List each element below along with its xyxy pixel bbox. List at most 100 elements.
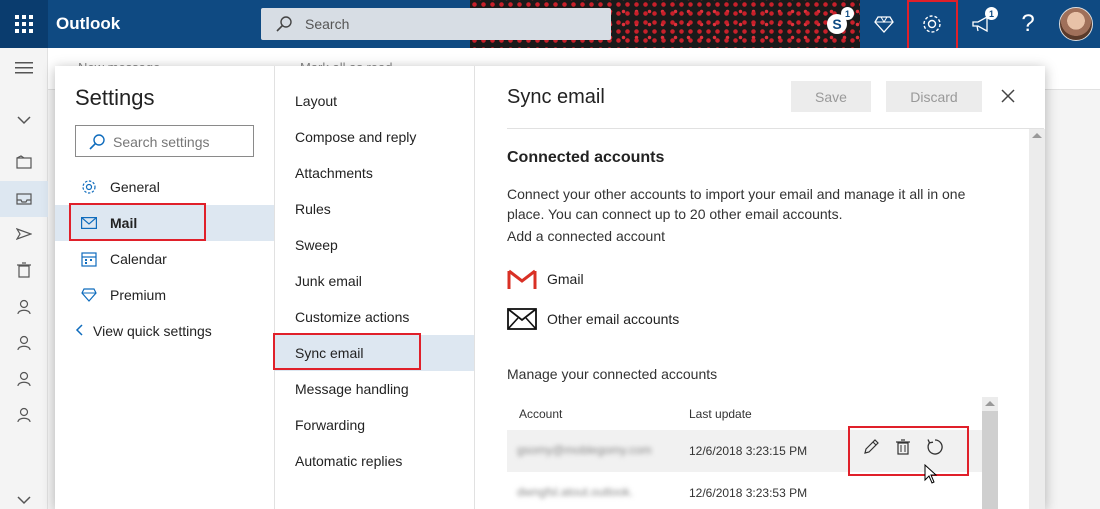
settings-categories: Settings Search settings General Mail Ca… xyxy=(55,66,275,509)
table-row[interactable]: dwngfsl.atout.outlook. 12/6/2018 3:23:53… xyxy=(507,472,982,509)
category-label: Calendar xyxy=(110,251,167,267)
sent-item[interactable] xyxy=(0,216,48,252)
top-bar: Outlook Search S 1 1 ? xyxy=(0,0,1100,53)
category-premium[interactable]: Premium xyxy=(55,277,274,313)
app-launcher-button[interactable] xyxy=(0,0,48,48)
diamond-icon xyxy=(80,286,98,304)
close-button[interactable] xyxy=(997,85,1019,107)
chevron-down-icon xyxy=(17,116,31,125)
notifications-button[interactable]: 1 xyxy=(966,7,998,39)
connected-accounts-heading: Connected accounts xyxy=(507,149,665,166)
notification-badge: 1 xyxy=(985,7,998,20)
settings-dialog: Settings Search settings General Mail Ca… xyxy=(55,66,1045,509)
inbox-item[interactable] xyxy=(0,181,48,217)
table-header: Account Last update xyxy=(507,397,982,429)
scroll-up-icon xyxy=(1032,133,1042,138)
header-divider xyxy=(507,128,1044,129)
settings-search-input[interactable]: Search settings xyxy=(75,125,254,157)
pane-scrollbar[interactable] xyxy=(1029,129,1045,509)
chevron-down-icon xyxy=(17,496,31,505)
other-accounts-label: Other email accounts xyxy=(547,311,680,327)
mouse-cursor-icon xyxy=(924,464,938,484)
person-icon xyxy=(17,335,31,351)
hamburger-button[interactable] xyxy=(0,50,48,86)
nav-attachments[interactable]: Attachments xyxy=(275,155,474,191)
send-icon xyxy=(16,228,32,240)
skype-badge: 1 xyxy=(841,7,854,20)
help-icon: ? xyxy=(1021,10,1035,37)
scroll-up-icon xyxy=(985,401,995,406)
folder-item[interactable] xyxy=(0,144,48,180)
category-calendar[interactable]: Calendar xyxy=(55,241,274,277)
waffle-icon xyxy=(15,15,33,33)
mail-settings-nav: Layout Compose and reply Attachments Rul… xyxy=(275,66,475,509)
add-account-label: Add a connected account xyxy=(507,228,666,244)
people-item[interactable] xyxy=(0,325,48,361)
settings-search-placeholder: Search settings xyxy=(113,134,210,150)
person-icon xyxy=(17,299,31,315)
person-icon xyxy=(17,407,31,423)
last-update: 12/6/2018 3:23:53 PM xyxy=(689,486,808,500)
category-label: Premium xyxy=(110,287,167,303)
nav-automatic-replies[interactable]: Automatic replies xyxy=(275,443,474,479)
manage-accounts-label: Manage your connected accounts xyxy=(507,366,718,382)
search-icon xyxy=(88,133,106,156)
calendar-icon xyxy=(80,250,98,268)
trash-icon xyxy=(17,262,31,278)
gmail-icon xyxy=(507,266,537,292)
settings-title: Settings xyxy=(75,85,155,110)
account-email: dwngfsl.atout.outlook. xyxy=(517,485,634,499)
save-button[interactable]: Save xyxy=(791,81,871,112)
category-label: General xyxy=(110,179,160,195)
deleted-item[interactable] xyxy=(0,252,48,288)
gmail-label: Gmail xyxy=(547,271,584,287)
nav-message-handling[interactable]: Message handling xyxy=(275,371,474,407)
search-box[interactable]: Search xyxy=(261,8,611,40)
nav-layout[interactable]: Layout xyxy=(275,83,474,119)
add-other-account-button[interactable]: Other email accounts xyxy=(507,304,679,334)
chevron-left-icon xyxy=(75,323,83,339)
last-update: 12/6/2018 3:23:15 PM xyxy=(689,444,808,458)
expand-button[interactable] xyxy=(0,482,48,509)
settings-highlight xyxy=(907,0,958,53)
sync-email-highlight xyxy=(273,333,421,370)
svg-text:S: S xyxy=(832,16,841,32)
people-item[interactable] xyxy=(0,397,48,433)
search-icon xyxy=(275,15,293,38)
nav-sweep[interactable]: Sweep xyxy=(275,227,474,263)
discard-button[interactable]: Discard xyxy=(886,81,982,112)
person-icon xyxy=(17,371,31,387)
view-quick-settings-link[interactable]: View quick settings xyxy=(75,323,212,339)
left-rail xyxy=(0,48,48,509)
avatar[interactable] xyxy=(1059,7,1093,41)
table-scrollbar[interactable] xyxy=(982,397,998,509)
folder-icon xyxy=(16,155,32,169)
skype-button[interactable]: S 1 xyxy=(822,7,854,39)
row-actions-highlight xyxy=(848,426,969,476)
nav-customize-actions[interactable]: Customize actions xyxy=(275,299,474,335)
diamond-icon xyxy=(874,16,894,33)
search-placeholder: Search xyxy=(305,16,350,32)
close-icon xyxy=(1001,89,1015,103)
category-general[interactable]: General xyxy=(55,169,274,205)
nav-compose-and-reply[interactable]: Compose and reply xyxy=(275,119,474,155)
column-last-update: Last update xyxy=(689,407,752,421)
connected-accounts-description: Connect your other accounts to import yo… xyxy=(507,186,966,222)
nav-rules[interactable]: Rules xyxy=(275,191,474,227)
app-title: Outlook xyxy=(56,14,121,33)
help-button[interactable]: ? xyxy=(1013,9,1043,39)
premium-button[interactable] xyxy=(869,9,899,39)
column-account: Account xyxy=(519,407,563,421)
gear-icon xyxy=(80,178,98,196)
people-item[interactable] xyxy=(0,361,48,397)
collapse-folders-button[interactable] xyxy=(0,102,48,138)
account-email: gsomy@moblegomy.com xyxy=(517,443,652,457)
add-gmail-button[interactable]: Gmail xyxy=(507,264,584,294)
nav-junk-email[interactable]: Junk email xyxy=(275,263,474,299)
people-item[interactable] xyxy=(0,289,48,325)
envelope-icon xyxy=(507,306,537,332)
pane-title: Sync email xyxy=(507,86,605,108)
view-quick-settings-label: View quick settings xyxy=(93,323,212,339)
nav-forwarding[interactable]: Forwarding xyxy=(275,407,474,443)
mail-highlight xyxy=(69,203,206,241)
